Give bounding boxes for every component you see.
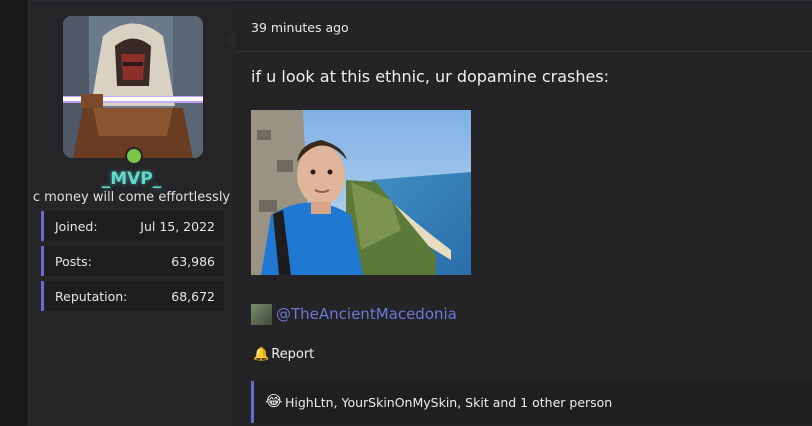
post-timestamp[interactable]: 39 minutes ago xyxy=(251,20,349,35)
username[interactable]: _MVP_ xyxy=(29,169,234,189)
page-gutter xyxy=(0,0,28,425)
attached-image[interactable] xyxy=(251,110,471,275)
message-pointer-arrow xyxy=(227,31,236,49)
mention-avatar xyxy=(251,304,272,325)
stat-posts: Posts: 63,986 xyxy=(41,246,224,276)
user-title: c money will come effortlessly xyxy=(32,190,231,205)
stat-label: Joined: xyxy=(55,219,98,234)
forum-post: _MVP_ c money will come effortlessly Joi… xyxy=(28,0,812,426)
stat-joined: Joined: Jul 15, 2022 xyxy=(41,211,224,241)
bell-icon: 🔔 xyxy=(253,347,270,362)
laughing-emoji-icon: 😂 xyxy=(265,392,283,410)
report-button[interactable]: 🔔 Report xyxy=(253,347,314,362)
stat-reputation: Reputation: 68,672 xyxy=(41,281,224,311)
stat-label: Posts: xyxy=(55,254,92,269)
stat-value: Jul 15, 2022 xyxy=(140,219,215,234)
report-label: Report xyxy=(271,347,315,362)
reactions-bar[interactable]: 😂 HighLtn, YourSkinOnMySkin, Skit and 1 … xyxy=(251,381,812,423)
user-avatar[interactable] xyxy=(63,16,203,158)
message-body: 39 minutes ago if u look at this ethnic,… xyxy=(236,1,812,426)
user-sidebar: _MVP_ c money will come effortlessly Joi… xyxy=(29,1,234,426)
mention-link[interactable]: @TheAncientMacedonia xyxy=(276,305,457,323)
stat-value: 68,672 xyxy=(171,289,215,304)
stat-value: 63,986 xyxy=(171,254,215,269)
message-text: if u look at this ethnic, ur dopamine cr… xyxy=(251,67,610,86)
reaction-users[interactable]: HighLtn, YourSkinOnMySkin, Skit and 1 ot… xyxy=(285,395,612,410)
stat-label: Reputation: xyxy=(55,289,128,304)
message-header: 39 minutes ago xyxy=(236,1,812,52)
online-status-indicator xyxy=(125,147,143,165)
